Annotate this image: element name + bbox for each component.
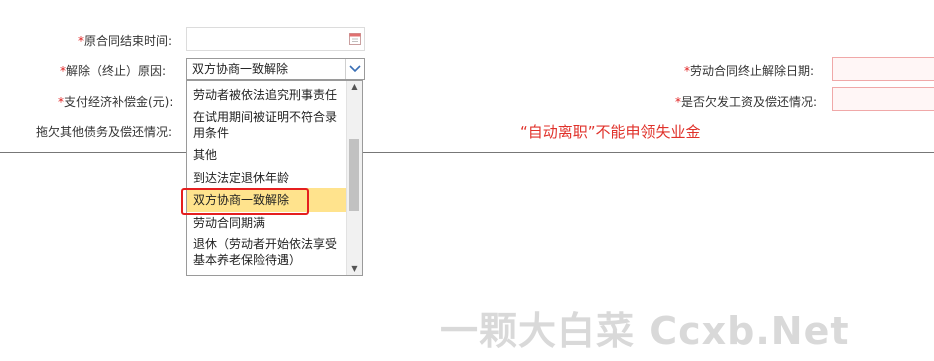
unpaid-wages-text: 是否欠发工资及偿还情况:: [681, 95, 818, 109]
reason-option[interactable]: 劳动者被依法追究刑事责任: [187, 85, 348, 105]
unpaid-wages-label: *是否欠发工资及偿还情况:: [675, 93, 817, 110]
selection-highlight-box: [181, 188, 309, 215]
reason-option[interactable]: 劳动合同期满: [187, 212, 348, 233]
reason-selected-value: 双方协商一致解除: [192, 62, 289, 76]
termination-date-input[interactable]: [832, 57, 934, 81]
watermark: 一颗大白菜 Ccxb.Net: [440, 309, 850, 353]
reason-text: 解除（终止）原因:: [66, 64, 167, 78]
reason-option[interactable]: 退休（劳动者开始依法享受基本养老保险待遇）: [187, 233, 348, 270]
contract-end-time-label: *原合同结束时间:: [78, 32, 172, 49]
scroll-down-icon[interactable]: ▼: [347, 263, 362, 275]
contract-end-time-text: 原合同结束时间:: [84, 34, 173, 48]
reason-dropdown-list[interactable]: 劳动者被依法追究刑事责任 在试用期间被证明不符合录用条件 其他 到达法定退休年龄…: [186, 80, 363, 276]
unpaid-wages-input[interactable]: [832, 87, 934, 111]
contract-end-time-input[interactable]: [186, 27, 365, 51]
reason-label: *解除（终止）原因:: [60, 62, 166, 79]
reason-option[interactable]: 其他: [187, 144, 348, 165]
termination-date-label: *劳动合同终止解除日期:: [684, 62, 814, 79]
reason-select[interactable]: 双方协商一致解除: [186, 58, 365, 80]
chevron-down-icon[interactable]: [345, 59, 364, 79]
reason-option[interactable]: 在试用期间被证明不符合录用条件: [187, 105, 348, 144]
debts-label: 拖欠其他债务及偿还情况:: [36, 123, 172, 140]
termination-date-text: 劳动合同终止解除日期:: [690, 64, 815, 78]
scroll-up-icon[interactable]: ▲: [347, 81, 362, 93]
compensation-text: 支付经济补偿金(元):: [64, 95, 174, 109]
scrollbar-thumb[interactable]: [349, 139, 359, 211]
annotation-note: “自动离职”不能申领失业金: [520, 123, 701, 141]
divider: [0, 152, 934, 153]
dropdown-scrollbar[interactable]: ▲ ▼: [346, 81, 362, 275]
reason-option[interactable]: 到达法定退休年龄: [187, 165, 348, 188]
compensation-label: *支付经济补偿金(元):: [58, 93, 173, 110]
debts-text: 拖欠其他债务及偿还情况:: [36, 125, 173, 139]
calendar-icon[interactable]: [349, 32, 361, 45]
